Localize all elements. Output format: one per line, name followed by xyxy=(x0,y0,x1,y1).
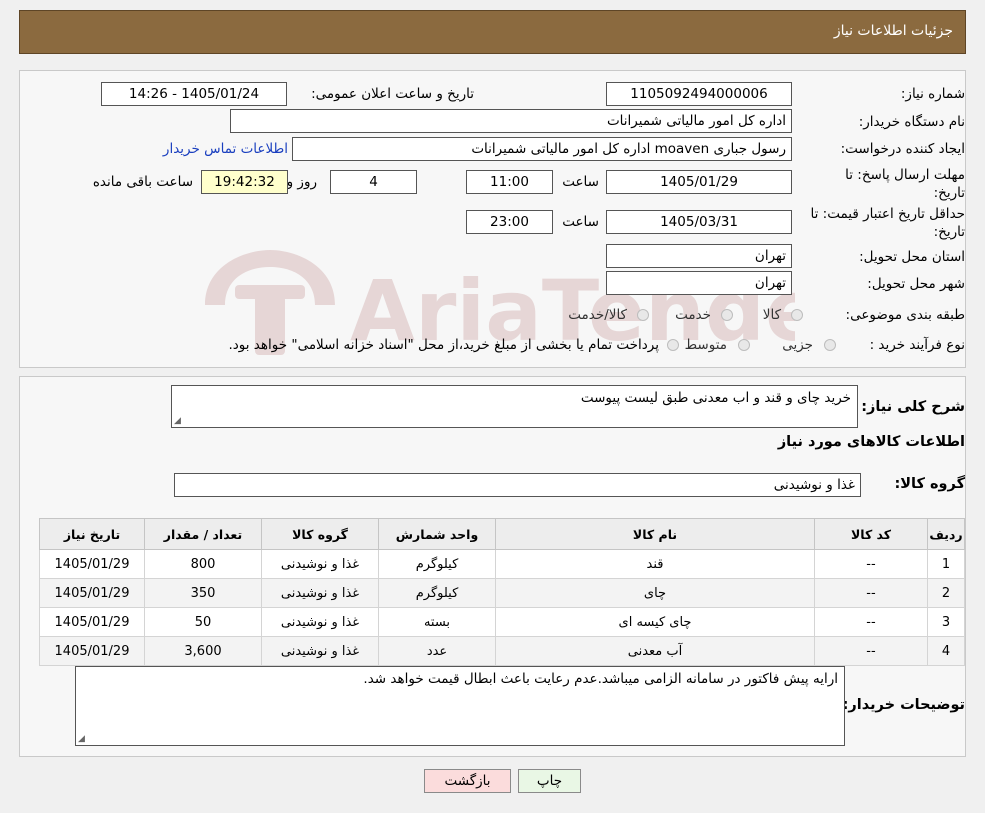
cell-row: 4 xyxy=(927,636,965,666)
col-group-header: گروه کالا xyxy=(261,518,379,550)
category-goods-service-label: کالا/خدمت xyxy=(568,307,627,323)
reply-deadline-time-field: 11:00 xyxy=(466,170,553,194)
treasury-note: پرداخت تمام یا بخشی از مبلغ خرید،از محل … xyxy=(228,337,659,353)
cell-unit: کیلوگرم xyxy=(378,578,496,608)
resize-grip-icon[interactable]: ◢ xyxy=(78,734,85,744)
province-label: استان محل تحویل: xyxy=(859,249,965,265)
reply-deadline-label: مهلت ارسال پاسخ: تا تاریخ: xyxy=(845,167,965,201)
col-row-header: ردیف xyxy=(927,518,965,550)
col-code-header: کد کالا xyxy=(814,518,928,550)
requester-label: ایجاد کننده درخواست: xyxy=(840,141,965,157)
treasury-checkbox[interactable] xyxy=(667,339,679,351)
price-validity-date-field: 1405/03/31 xyxy=(606,210,792,234)
cell-unit: بسته xyxy=(378,607,496,637)
buyer-notes-label: توضیحات خریدار: xyxy=(842,697,965,713)
purchase-type-label: نوع فرآیند خرید : xyxy=(869,337,965,353)
announce-datetime-field: 1405/01/24 - 14:26 xyxy=(101,82,287,106)
category-goods-label: کالا xyxy=(762,307,781,323)
cell-qty: 50 xyxy=(144,607,262,637)
cell-name: قند xyxy=(495,549,815,579)
cell-group: غذا و نوشیدنی xyxy=(261,549,379,579)
buyer-name-field: اداره کل امور مالیاتی شمیرانات xyxy=(230,109,792,133)
buyer-notes-text: ارایه پیش فاکتور در سامانه الزامی میباشد… xyxy=(363,671,838,687)
description-label: شرح کلی نیاز: xyxy=(861,399,965,415)
description-text: خرید چای و قند و اب معدنی طبق لیست پیوست xyxy=(580,390,851,406)
category-service-radio[interactable] xyxy=(721,309,733,321)
purchase-minor-label: جزیی xyxy=(782,337,813,353)
goods-section-title: اطلاعات کالاهای مورد نیاز xyxy=(777,434,965,450)
resize-grip-icon[interactable]: ◢ xyxy=(174,416,181,426)
description-textarea[interactable]: خرید چای و قند و اب معدنی طبق لیست پیوست… xyxy=(171,385,858,428)
days-label: روز و xyxy=(286,174,317,190)
buyer-notes-textarea[interactable]: ارایه پیش فاکتور در سامانه الزامی میباشد… xyxy=(75,666,845,746)
cell-group: غذا و نوشیدنی xyxy=(261,578,379,608)
col-qty-header: تعداد / مقدار xyxy=(144,518,262,550)
goods-group-label: گروه کالا: xyxy=(894,476,965,492)
col-unit-header: واحد شمارش xyxy=(378,518,496,550)
cell-code: -- xyxy=(814,607,928,637)
category-goods-service-radio[interactable] xyxy=(637,309,649,321)
requester-field: رسول جباری moaven اداره کل امور مالیاتی … xyxy=(292,137,792,161)
price-validity-time-field: 23:00 xyxy=(466,210,553,234)
cell-row: 3 xyxy=(927,607,965,637)
need-number-field: 1105092494000006 xyxy=(606,82,792,106)
remaining-days-field: 4 xyxy=(330,170,417,194)
cell-date: 1405/01/29 xyxy=(39,578,145,608)
cell-date: 1405/01/29 xyxy=(39,607,145,637)
cell-row: 1 xyxy=(927,549,965,579)
goods-table: ردیف کد کالا نام کالا واحد شمارش گروه کا… xyxy=(39,518,965,666)
purchase-medium-radio[interactable] xyxy=(738,339,750,351)
need-number-label: شماره نیاز: xyxy=(900,86,965,102)
cell-name: چای کیسه ای xyxy=(495,607,815,637)
price-validity-label: حداقل تاریخ اعتبار قیمت: تا تاریخ: xyxy=(810,206,965,240)
back-button[interactable]: بازگشت xyxy=(424,769,511,793)
cell-name: چای xyxy=(495,578,815,608)
cell-code: -- xyxy=(814,549,928,579)
cell-qty: 350 xyxy=(144,578,262,608)
category-service-label: خدمت xyxy=(675,307,711,323)
category-goods-radio[interactable] xyxy=(791,309,803,321)
cell-qty: 3,600 xyxy=(144,636,262,666)
city-field: تهران xyxy=(606,271,792,295)
col-name-header: نام کالا xyxy=(495,518,815,550)
table-row: 2 -- چای کیلوگرم غذا و نوشیدنی 350 1405/… xyxy=(39,578,965,608)
province-field: تهران xyxy=(606,244,792,268)
cell-code: -- xyxy=(814,636,928,666)
purchase-minor-radio[interactable] xyxy=(824,339,836,351)
cell-unit: کیلوگرم xyxy=(378,549,496,579)
table-row: 1 -- قند کیلوگرم غذا و نوشیدنی 800 1405/… xyxy=(39,549,965,579)
page-title: جزئیات اطلاعات نیاز xyxy=(833,23,953,39)
cell-unit: عدد xyxy=(378,636,496,666)
cell-date: 1405/01/29 xyxy=(39,636,145,666)
validity-time-label: ساعت xyxy=(562,214,599,230)
city-label: شهر محل تحویل: xyxy=(867,276,965,292)
table-row: 4 -- آب معدنی عدد غذا و نوشیدنی 3,600 14… xyxy=(39,636,965,666)
cell-row: 2 xyxy=(927,578,965,608)
table-header-row: ردیف کد کالا نام کالا واحد شمارش گروه کا… xyxy=(39,518,965,550)
buyer-name-label: نام دستگاه خریدار: xyxy=(858,114,965,130)
cell-code: -- xyxy=(814,578,928,608)
table-row: 3 -- چای کیسه ای بسته غذا و نوشیدنی 50 1… xyxy=(39,607,965,637)
print-button[interactable]: چاپ xyxy=(518,769,581,793)
remaining-time-field: 19:42:32 xyxy=(201,170,288,194)
cell-name: آب معدنی xyxy=(495,636,815,666)
cell-date: 1405/01/29 xyxy=(39,549,145,579)
goods-group-field: غذا و نوشیدنی xyxy=(174,473,861,497)
page-header: جزئیات اطلاعات نیاز xyxy=(19,10,966,54)
purchase-medium-label: متوسط xyxy=(684,337,727,353)
buyer-contact-link[interactable]: اطلاعات تماس خریدار xyxy=(163,141,288,157)
remaining-time-label: ساعت باقی مانده xyxy=(92,174,193,190)
cell-group: غذا و نوشیدنی xyxy=(261,607,379,637)
reply-time-label: ساعت xyxy=(562,174,599,190)
category-label: طبقه بندی موضوعی: xyxy=(845,307,965,323)
announce-datetime-label: تاریخ و ساعت اعلان عمومی: xyxy=(311,86,474,102)
cell-group: غذا و نوشیدنی xyxy=(261,636,379,666)
cell-qty: 800 xyxy=(144,549,262,579)
reply-deadline-date-field: 1405/01/29 xyxy=(606,170,792,194)
col-date-header: تاریخ نیاز xyxy=(39,518,145,550)
